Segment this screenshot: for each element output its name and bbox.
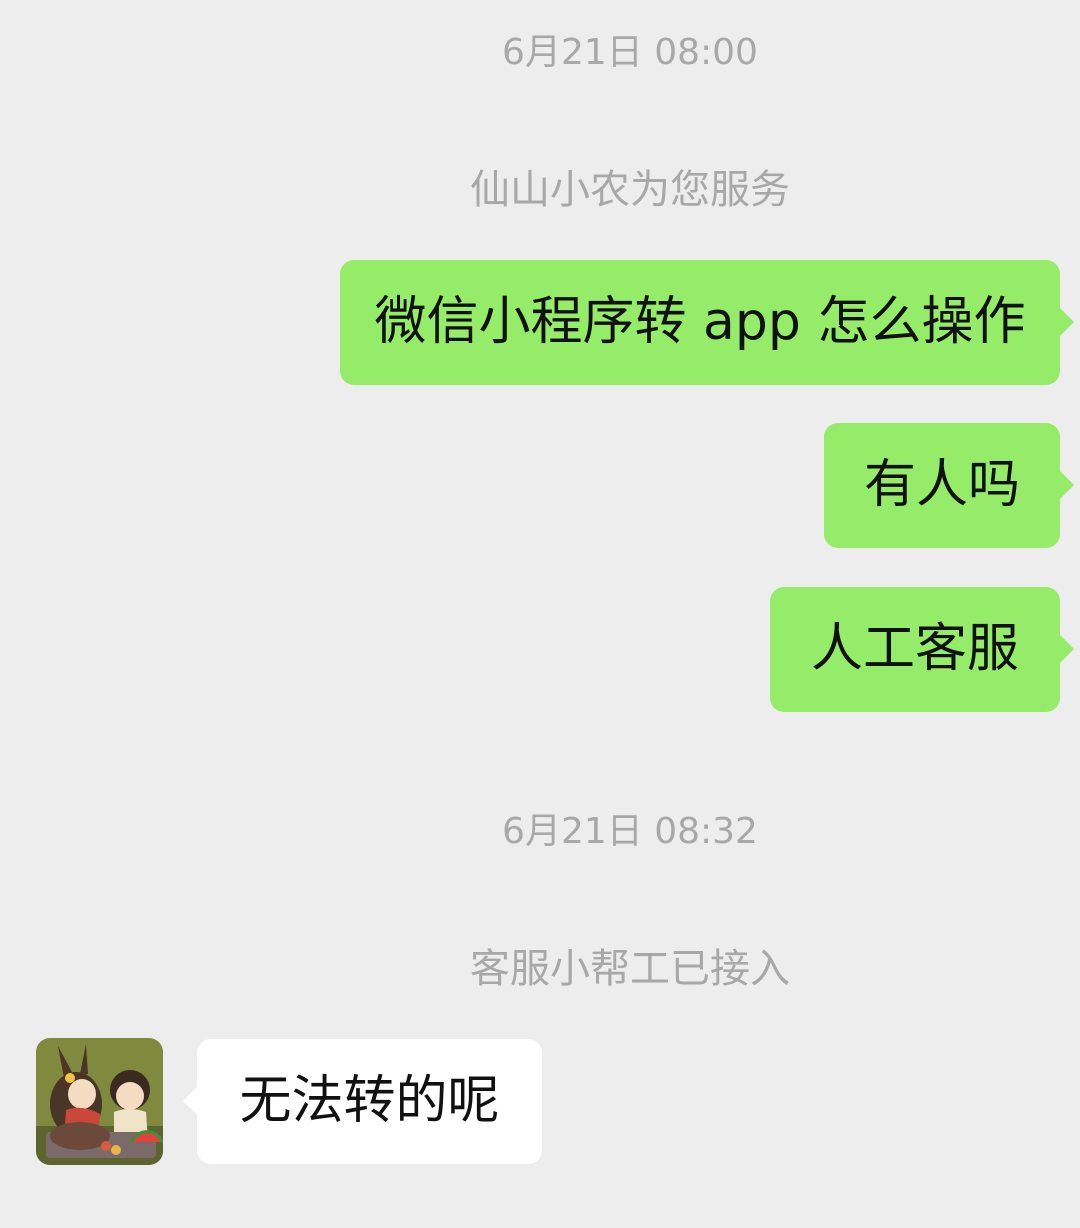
outgoing-message-bubble[interactable]: 有人吗 bbox=[824, 423, 1074, 548]
incoming-message-bubble[interactable]: 无法转的呢 bbox=[183, 1039, 542, 1164]
outgoing-message-bubble[interactable]: 人工客服 bbox=[770, 587, 1074, 712]
message-text: 无法转的呢 bbox=[239, 1071, 500, 1131]
message-text: 人工客服 bbox=[810, 619, 1019, 679]
game-character-avatar-icon[interactable] bbox=[36, 1038, 163, 1165]
message-timestamp: 6月21日 08:32 bbox=[502, 811, 758, 852]
message-timestamp: 6月21日 08:00 bbox=[502, 32, 758, 73]
avatar-illustration bbox=[36, 1038, 163, 1165]
system-notice: 客服小帮工已接入 bbox=[470, 946, 790, 992]
message-text: 有人吗 bbox=[863, 455, 1020, 515]
message-text: 微信小程序转 app 怎么操作 bbox=[374, 292, 1026, 352]
outgoing-message-bubble[interactable]: 微信小程序转 app 怎么操作 bbox=[340, 260, 1074, 385]
system-notice: 仙山小农为您服务 bbox=[470, 167, 790, 213]
